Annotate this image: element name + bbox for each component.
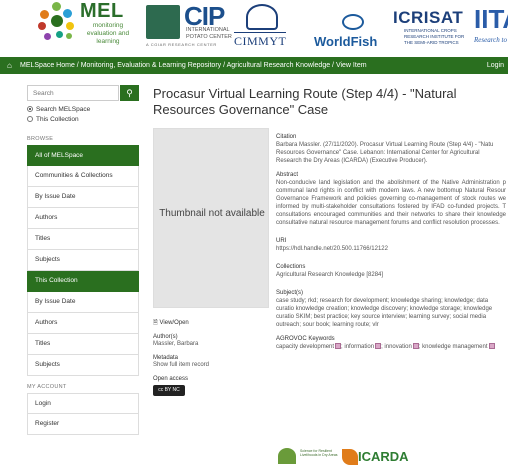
footer-logos: Science for Resilient Livelihoods in Dry… <box>278 447 418 467</box>
abstract-text: Non-conducive land legislation and the a… <box>276 180 506 226</box>
login-link[interactable]: Login <box>487 57 504 74</box>
sidebar-item-login[interactable]: Login <box>27 393 139 414</box>
account-heading: MY ACCOUNT <box>27 384 67 390</box>
sidebar-item-subjects[interactable]: Subjects <box>27 250 139 271</box>
icrisat-logo-text: ICRISAT <box>393 8 464 27</box>
footer-small-text: Science for Resilient Livelihoods in Dry… <box>300 449 338 457</box>
agrovoc-icon <box>412 343 419 349</box>
radio-selected-icon <box>27 106 33 112</box>
view-open-link[interactable]: 🗎 View/Open <box>153 320 269 328</box>
agrovoc-keyword[interactable]: knowledge management <box>422 344 487 350</box>
cc-license-badge[interactable]: cc BY NC <box>153 385 185 396</box>
agrovoc-icon <box>375 343 382 349</box>
partner-emblem-icon <box>278 448 296 464</box>
sidebar-item-communities[interactable]: Communities & Collections <box>27 166 139 187</box>
search-icon: ⚲ <box>126 88 133 98</box>
mel-logo-text: MEL <box>80 0 124 22</box>
author-link[interactable]: Massler, Barbara <box>153 341 269 349</box>
abstract-block: Abstract Non-conducive land legislation … <box>276 172 506 226</box>
search-button[interactable]: ⚲ <box>120 85 139 101</box>
file-icon: 🗎 <box>153 320 158 326</box>
worldfish-logo-icon <box>342 14 364 30</box>
breadcrumb[interactable]: MELSpace Home / Monitoring, Evaluation &… <box>20 62 367 69</box>
collection-link[interactable]: Agricultural Research Knowledge [8284] <box>276 271 506 279</box>
search-input[interactable] <box>27 85 119 101</box>
cip-tagline: A CGIAR RESEARCH CENTER <box>146 42 217 47</box>
uri-block: URI https://hdl.handle.net/20.500.11766/… <box>276 237 506 253</box>
iita-logo-sub: Research to <box>474 36 507 44</box>
metadata-block: Metadata Show full item record <box>153 355 269 370</box>
icrisat-logo-sub: INTERNATIONAL CROPS RESEARCH INSTITUTE F… <box>404 28 465 45</box>
sidebar: ⚲ Search MELSpace This Collection BROWSE… <box>27 85 139 435</box>
uri-link[interactable]: https://hdl.handle.net/20.500.11766/1212… <box>276 245 506 253</box>
citation-text: Barbara Massler. (27/11/2020). Procasur … <box>276 142 494 164</box>
full-record-link[interactable]: Show full item record <box>153 362 269 370</box>
item-details: Citation Barbara Massler. (27/11/2020). … <box>276 133 506 357</box>
sidebar-item-collection-authors[interactable]: Authors <box>27 313 139 334</box>
radio-search-melspace[interactable]: Search MELSpace <box>27 105 139 114</box>
citation-block: Citation Barbara Massler. (27/11/2020). … <box>276 133 506 165</box>
sidebar-item-collection-titles[interactable]: Titles <box>27 334 139 355</box>
authors-block: Author(s) Massler, Barbara <box>153 334 269 349</box>
cimmyt-logo-text: CIMMYT <box>234 32 287 48</box>
cip-logo-icon <box>146 5 180 39</box>
thumbnail-text: Thumbnail not available <box>159 208 265 219</box>
item-left-meta: 🗎 View/Open Author(s) Massler, Barbara M… <box>153 320 269 402</box>
partner-logos: MEL monitoring evaluation and learning C… <box>0 0 508 56</box>
worldfish-logo-text: WorldFish <box>314 34 378 49</box>
open-access-block: Open access cc BY NC <box>153 376 269 396</box>
sidebar-item-collection-subjects[interactable]: Subjects <box>27 355 139 376</box>
sidebar-heading-this-collection: This Collection <box>27 271 139 292</box>
radio-empty-icon <box>27 116 33 122</box>
collections-block: Collections Agricultural Research Knowle… <box>276 263 506 279</box>
subjects-text[interactable]: case study; rkd; research for developmen… <box>276 297 506 329</box>
agrovoc-icon <box>488 343 495 349</box>
agrovoc-block: AGROVOC Keywords capacity development; i… <box>276 335 506 351</box>
mel-logo-icon <box>38 2 78 48</box>
icarda-leaf-icon <box>342 449 358 465</box>
agrovoc-keyword[interactable]: capacity development <box>276 344 334 350</box>
cimmyt-logo-icon <box>246 4 278 30</box>
sidebar-item-issue-date[interactable]: By Issue Date <box>27 187 139 208</box>
page-title: Procasur Virtual Learning Route (Step 4/… <box>153 86 457 117</box>
agrovoc-keyword[interactable]: information <box>344 344 374 350</box>
home-icon[interactable]: ⌂ <box>7 57 12 74</box>
sidebar-heading-all-melspace: All of MELSpace <box>27 145 139 166</box>
search-row: ⚲ <box>27 85 139 101</box>
mel-logo-sub: monitoring evaluation and learning <box>86 22 130 45</box>
icarda-logo-text: ICARDA <box>358 449 409 464</box>
thumbnail-placeholder: Thumbnail not available <box>153 128 269 308</box>
sidebar-item-collection-issue-date[interactable]: By Issue Date <box>27 292 139 313</box>
breadcrumb-bar: ⌂ MELSpace Home / Monitoring, Evaluation… <box>0 57 508 74</box>
subjects-block: Subject(s) case study; rkd; research for… <box>276 289 506 329</box>
sidebar-item-register[interactable]: Register <box>27 414 139 435</box>
agrovoc-icon <box>335 343 342 349</box>
cip-logo-sub: INTERNATIONAL POTATO CENTER <box>186 27 232 40</box>
sidebar-item-authors[interactable]: Authors <box>27 208 139 229</box>
iita-logo-text: IITA <box>474 4 508 34</box>
sidebar-item-titles[interactable]: Titles <box>27 229 139 250</box>
browse-heading: BROWSE <box>27 136 54 142</box>
radio-this-collection[interactable]: This Collection <box>27 115 139 124</box>
agrovoc-keyword[interactable]: innovation <box>384 344 411 350</box>
agrovoc-list: capacity development; information; innov… <box>276 343 506 351</box>
